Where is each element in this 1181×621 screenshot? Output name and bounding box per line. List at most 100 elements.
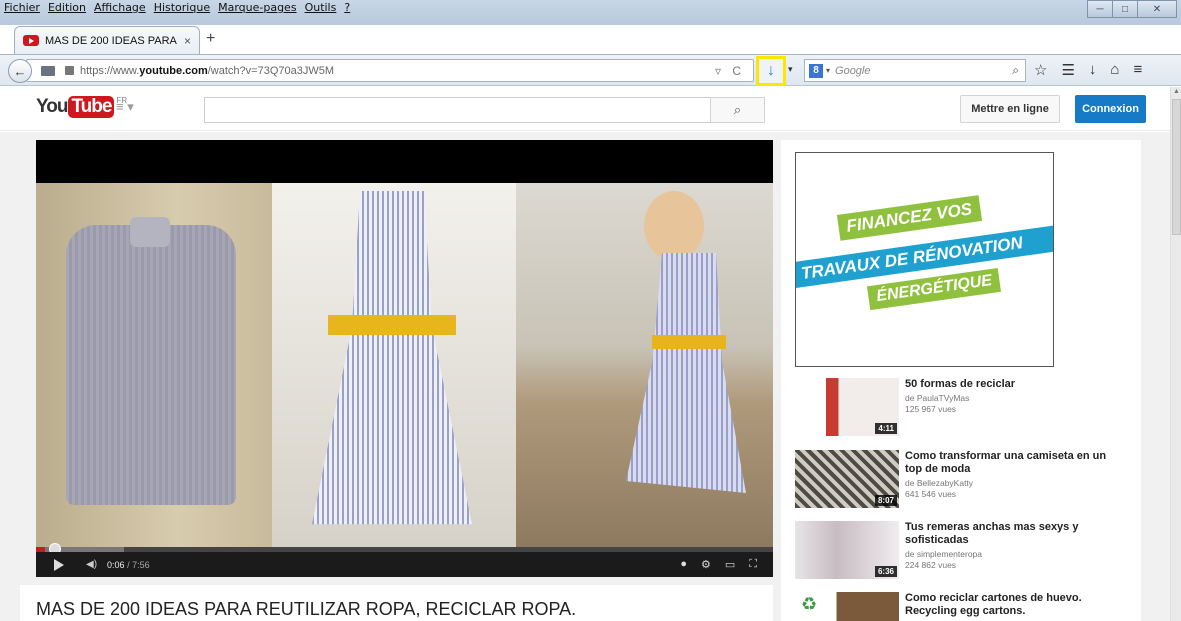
video-thumbnail[interactable]: 6:36 bbox=[795, 521, 899, 579]
video-player[interactable]: ◀) 0:06 / 7:56 ● ⚙ ▭ ⛶ bbox=[36, 140, 773, 577]
video-frame-shirt bbox=[36, 183, 272, 547]
video-frame-girl bbox=[516, 183, 773, 547]
search-icon[interactable]: ⌕ bbox=[1012, 63, 1019, 78]
girl-belt bbox=[652, 335, 726, 349]
signin-button[interactable]: Connexion bbox=[1075, 95, 1146, 123]
dress-image bbox=[312, 191, 472, 525]
google-icon[interactable]: 8 bbox=[809, 63, 823, 78]
recommended-video[interactable]: 8:07 Como transformar una camiseta en un… bbox=[795, 450, 1135, 510]
upload-button[interactable]: Mettre en ligne bbox=[960, 95, 1060, 123]
download-button-highlighted[interactable]: ↓ bbox=[756, 56, 786, 86]
menu-historique[interactable]: Historique bbox=[154, 1, 210, 14]
video-thumbnail[interactable]: ♻ bbox=[795, 592, 899, 621]
tab-title: MAS DE 200 IDEAS PARA R... bbox=[45, 34, 180, 47]
duration-badge: 8:07 bbox=[874, 495, 897, 506]
downloads-icon[interactable]: ↓ bbox=[1089, 61, 1097, 79]
menu-edition[interactable]: Edition bbox=[48, 1, 86, 14]
page-scrollbar[interactable]: ▲ bbox=[1170, 87, 1181, 621]
search-placeholder: Google bbox=[835, 64, 871, 77]
ad-line-1: FINANCEZ VOS bbox=[836, 195, 982, 241]
hamburger-menu-icon[interactable]: ≡ bbox=[1133, 61, 1142, 79]
ad-banner[interactable]: FINANCEZ VOS TRAVAUX DE RÉNOVATION ÉNERG… bbox=[795, 152, 1054, 367]
girl-dress bbox=[626, 253, 746, 493]
recommended-title[interactable]: Como transformar una camiseta en un top … bbox=[905, 450, 1125, 476]
site-identity-icon[interactable] bbox=[41, 65, 55, 76]
maximize-button[interactable]: □ bbox=[1112, 0, 1138, 18]
player-controls: ◀) 0:06 / 7:56 ● ⚙ ▭ ⛶ bbox=[36, 552, 773, 577]
menu-affichage[interactable]: Affichage bbox=[94, 1, 146, 14]
bookmark-star-icon[interactable]: ☆ bbox=[1034, 61, 1047, 79]
video-info-panel: MAS DE 200 IDEAS PARA REUTILIZAR ROPA, R… bbox=[20, 585, 773, 621]
logo-tube: Tube bbox=[68, 96, 115, 118]
recommended-video[interactable]: 6:36 Tus remeras anchas mas sexys y sofi… bbox=[795, 521, 1135, 581]
menu-bar: Fichier Edition Affichage Historique Mar… bbox=[4, 1, 350, 14]
back-arrow-icon[interactable]: ← bbox=[8, 59, 32, 83]
web-search-box[interactable]: 8 ▾ Google ⌕ bbox=[804, 59, 1026, 82]
dress-belt bbox=[328, 315, 456, 335]
menu-help[interactable]: ? bbox=[344, 1, 350, 14]
url-prefix: https://www. bbox=[80, 64, 140, 77]
logo-you: You bbox=[36, 96, 69, 117]
settings-gear-icon[interactable]: ⚙ bbox=[701, 558, 711, 571]
recycle-icon: ♻ bbox=[801, 594, 818, 614]
menu-marque-pages[interactable]: Marque-pages bbox=[218, 1, 296, 14]
girl-head bbox=[644, 191, 704, 261]
recommended-channel: de PaulaTVyMas bbox=[905, 393, 970, 403]
recommended-title[interactable]: Tus remeras anchas mas sexys y sofistica… bbox=[905, 521, 1125, 547]
youtube-search-input[interactable] bbox=[204, 97, 710, 123]
scroll-up-icon[interactable]: ▲ bbox=[1173, 88, 1180, 95]
menu-outils[interactable]: Outils bbox=[305, 1, 337, 14]
guide-menu-icon[interactable]: ≡ ▾ bbox=[116, 99, 134, 115]
browser-tab[interactable]: MAS DE 200 IDEAS PARA R... × bbox=[14, 26, 200, 54]
recommended-channel: de simplementeropa bbox=[905, 549, 983, 559]
fullscreen-icon[interactable]: ⛶ bbox=[749, 558, 757, 571]
recommended-views: 224 862 vues bbox=[905, 560, 957, 570]
time-display: 0:06 / 7:56 bbox=[107, 560, 150, 570]
sidebar: FINANCEZ VOS TRAVAUX DE RÉNOVATION ÉNERG… bbox=[781, 140, 1141, 621]
reload-icon[interactable]: ▿ C bbox=[715, 64, 745, 78]
menu-fichier[interactable]: Fichier bbox=[4, 1, 40, 14]
duration-badge: 6:36 bbox=[874, 566, 897, 577]
recommended-video[interactable]: 4:11 50 formas de reciclar de PaulaTVyMa… bbox=[795, 378, 1135, 438]
minimize-button[interactable]: ─ bbox=[1087, 0, 1113, 18]
theater-mode-icon[interactable]: ▭ bbox=[725, 558, 735, 571]
navigation-toolbar: https://www. youtube.com /watch?v=73Q70a… bbox=[0, 54, 1181, 86]
window-controls: ─ □ ✕ bbox=[1087, 0, 1177, 18]
youtube-header: You Tube FR ≡ ▾ ⌕ Mettre en ligne Connex… bbox=[0, 87, 1170, 131]
video-frame-dress bbox=[272, 183, 516, 547]
toolbar-icons: ☆ ☰ ↓ ⌂ ≡ bbox=[1034, 61, 1142, 79]
video-thumbnail[interactable]: 4:11 bbox=[795, 378, 899, 436]
scrollbar-thumb[interactable] bbox=[1172, 99, 1181, 235]
play-icon[interactable] bbox=[54, 558, 64, 571]
recommended-title[interactable]: Como reciclar cartones de huevo. Recycli… bbox=[905, 592, 1125, 618]
search-engine-caret-icon[interactable]: ▾ bbox=[826, 66, 830, 75]
url-bar[interactable]: https://www. youtube.com /watch?v=73Q70a… bbox=[26, 59, 754, 82]
new-tab-button[interactable]: + bbox=[206, 30, 215, 48]
close-window-button[interactable]: ✕ bbox=[1137, 0, 1177, 18]
bookmarks-list-icon[interactable]: ☰ bbox=[1061, 61, 1074, 79]
download-dropdown-icon[interactable]: ▾ bbox=[788, 64, 793, 75]
recommended-channel: de BellezabyKatty bbox=[905, 478, 974, 488]
youtube-logo[interactable]: You Tube FR bbox=[36, 96, 127, 118]
recommended-views: 641 546 vues bbox=[905, 489, 957, 499]
youtube-favicon-icon bbox=[23, 35, 39, 46]
tab-close-icon[interactable]: × bbox=[184, 34, 191, 48]
lock-icon bbox=[65, 66, 74, 75]
youtube-search-button[interactable]: ⌕ bbox=[710, 97, 765, 123]
recommended-views: 125 967 vues bbox=[905, 404, 957, 414]
url-path: /watch?v=73Q70a3JW5M bbox=[207, 64, 335, 77]
recommended-video[interactable]: ♻ Como reciclar cartones de huevo. Recyc… bbox=[795, 592, 1135, 621]
shirt-image bbox=[66, 217, 236, 505]
home-icon[interactable]: ⌂ bbox=[1110, 61, 1119, 79]
recommended-title[interactable]: 50 formas de reciclar bbox=[905, 378, 1125, 391]
annotations-icon[interactable]: ● bbox=[680, 558, 687, 571]
player-right-controls: ● ⚙ ▭ ⛶ bbox=[680, 558, 757, 571]
duration-badge: 4:11 bbox=[875, 423, 897, 434]
url-domain: youtube.com bbox=[139, 64, 208, 77]
video-thumbnail[interactable]: 8:07 bbox=[795, 450, 899, 508]
window-titlebar: Fichier Edition Affichage Historique Mar… bbox=[0, 0, 1181, 25]
duration: / 7:56 bbox=[127, 559, 150, 570]
current-time: 0:06 bbox=[107, 559, 125, 570]
video-title: MAS DE 200 IDEAS PARA REUTILIZAR ROPA, R… bbox=[36, 599, 577, 619]
volume-icon[interactable]: ◀) bbox=[86, 559, 97, 570]
